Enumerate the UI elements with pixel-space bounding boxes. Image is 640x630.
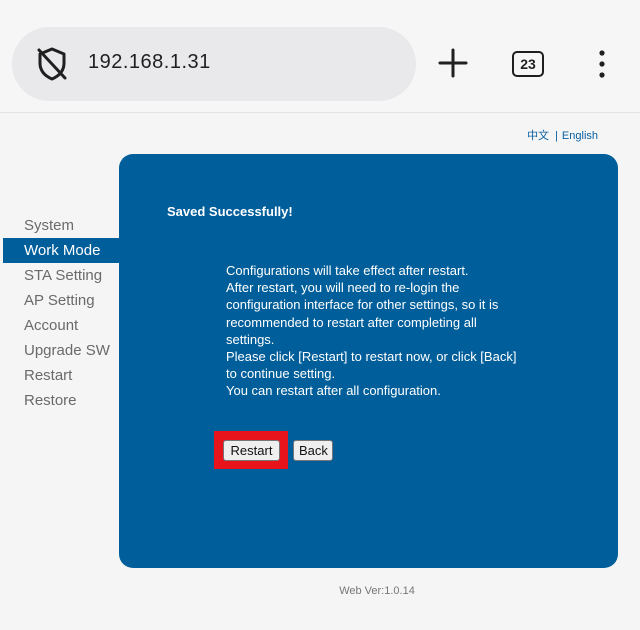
lang-separator: | [555, 130, 558, 142]
content-panel: Saved Successfully! Configurations will … [119, 154, 618, 568]
message-line: After restart, you will need to re-login… [226, 280, 499, 347]
sidebar-nav: System Work Mode STA Setting AP Setting … [0, 213, 120, 413]
restart-button[interactable]: Restart [223, 440, 280, 461]
sidebar-item-restore[interactable]: Restore [0, 388, 120, 413]
sidebar-item-ap-setting[interactable]: AP Setting [0, 288, 120, 313]
sidebar-item-upgrade-sw[interactable]: Upgrade SW [0, 338, 120, 363]
saved-success-title: Saved Successfully! [167, 204, 293, 219]
lang-english-link[interactable]: English [562, 130, 598, 142]
web-version: Web Ver:1.0.14 [339, 585, 415, 597]
shield-slash-icon[interactable] [34, 45, 70, 83]
sidebar-item-system[interactable]: System [0, 213, 120, 238]
message-line: You can restart after all configuration. [226, 383, 441, 399]
restart-message: Configurations will take effect after re… [226, 262, 526, 400]
plus-icon[interactable] [436, 46, 470, 80]
sidebar-item-restart[interactable]: Restart [0, 363, 120, 388]
sidebar-item-sta-setting[interactable]: STA Setting [0, 263, 120, 288]
sidebar-item-work-mode[interactable]: Work Mode [3, 238, 120, 263]
language-switcher: 中文 | English [527, 127, 598, 143]
message-line: Configurations will take effect after re… [226, 263, 469, 278]
lang-chinese-link[interactable]: 中文 [527, 130, 549, 142]
sidebar-item-account[interactable]: Account [0, 313, 120, 338]
back-button[interactable]: Back [293, 440, 333, 461]
message-line: Please click [Restart] to restart now, o… [226, 349, 517, 382]
url-text[interactable]: 192.168.1.31 [88, 51, 211, 74]
kebab-menu-icon[interactable] [590, 48, 614, 80]
browser-toolbar: 192.168.1.31 23 [0, 0, 640, 113]
tab-switcher-button[interactable]: 23 [512, 51, 544, 77]
address-bar[interactable]: 192.168.1.31 [12, 27, 416, 101]
tab-count: 23 [520, 56, 536, 72]
